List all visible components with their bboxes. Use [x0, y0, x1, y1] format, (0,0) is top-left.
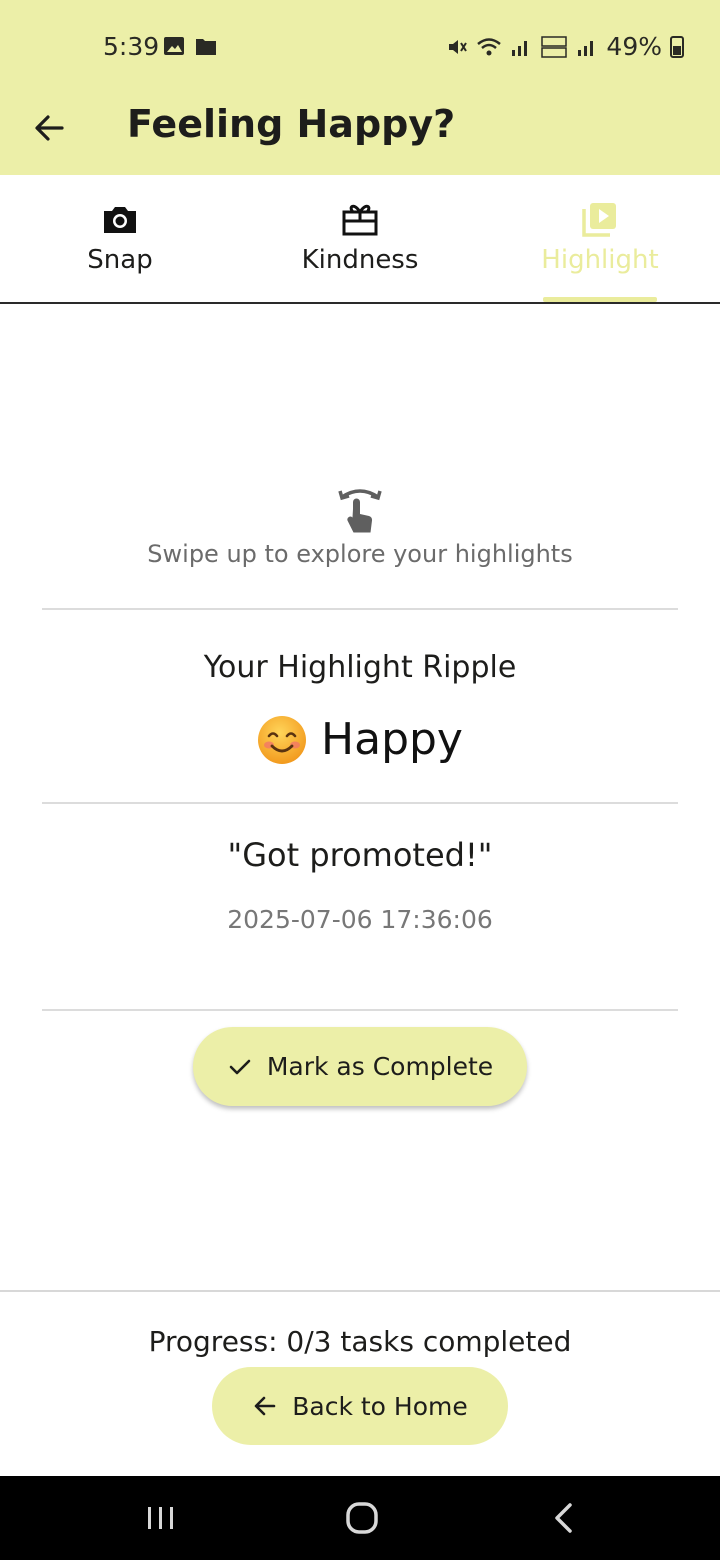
highlight-ripple-title: Your Highlight Ripple	[203, 650, 517, 685]
back-to-home-button[interactable]: Back to Home	[212, 1367, 508, 1445]
battery-icon	[670, 35, 684, 58]
camera-icon	[104, 207, 136, 233]
mute-icon	[449, 39, 468, 54]
footer-divider	[0, 1290, 720, 1292]
smiling-face-emoji	[258, 715, 307, 764]
tab-kindness[interactable]: Kindness	[240, 175, 480, 302]
arrow-left-icon	[254, 1396, 276, 1416]
status-right: 49%	[446, 32, 684, 61]
video-library-icon	[582, 203, 616, 237]
tab-snap[interactable]: Snap	[0, 175, 240, 302]
highlight-timestamp: 2025-07-06 17:36:06	[227, 905, 493, 934]
swipe-up-icon	[338, 489, 382, 533]
home-icon[interactable]	[342, 1498, 382, 1538]
progress-text: Progress: 0/3 tasks completed	[148, 1325, 572, 1358]
signal-icon	[512, 40, 528, 56]
mark-complete-button[interactable]: Mark as Complete	[193, 1027, 527, 1106]
active-tab-indicator	[543, 297, 657, 302]
signal-2-icon	[578, 40, 594, 56]
tab-label-highlight: Highlight	[541, 245, 659, 275]
system-nav-bar	[0, 1476, 720, 1560]
gift-icon	[342, 204, 378, 236]
divider	[42, 1009, 678, 1011]
battery-percent: 49%	[606, 32, 662, 61]
volte-lte2-icon	[541, 35, 568, 58]
emotion-row: Happy	[0, 714, 720, 765]
wifi-icon	[477, 37, 502, 55]
app-bar: Feeling Happy?	[0, 92, 720, 175]
folder-notification-icon	[196, 39, 216, 55]
recent-apps-icon[interactable]	[141, 1498, 181, 1538]
divider	[42, 608, 678, 610]
page-title: Feeling Happy?	[127, 102, 456, 146]
swipe-hint: Swipe up to explore your highlights	[147, 540, 573, 568]
highlight-quote: "Got promoted!"	[227, 836, 493, 874]
image-notification-icon	[164, 37, 184, 55]
tab-bar: Snap Kindness Highlight	[0, 175, 720, 304]
tab-label-kindness: Kindness	[301, 245, 419, 275]
divider	[42, 802, 678, 804]
back-to-home-label: Back to Home	[292, 1391, 468, 1421]
emotion-label: Happy	[321, 714, 463, 765]
check-icon	[229, 1059, 251, 1074]
tab-highlight[interactable]: Highlight	[480, 175, 720, 302]
back-nav-icon[interactable]	[544, 1498, 584, 1538]
status-bar: 5:39 49%	[0, 0, 720, 92]
status-time: 5:39	[103, 32, 160, 61]
mark-complete-label: Mark as Complete	[266, 1052, 494, 1081]
top-header: 5:39 49% Feeling Happy?	[0, 0, 720, 175]
back-arrow-icon[interactable]	[30, 108, 70, 148]
tab-label-snap: Snap	[87, 245, 153, 275]
